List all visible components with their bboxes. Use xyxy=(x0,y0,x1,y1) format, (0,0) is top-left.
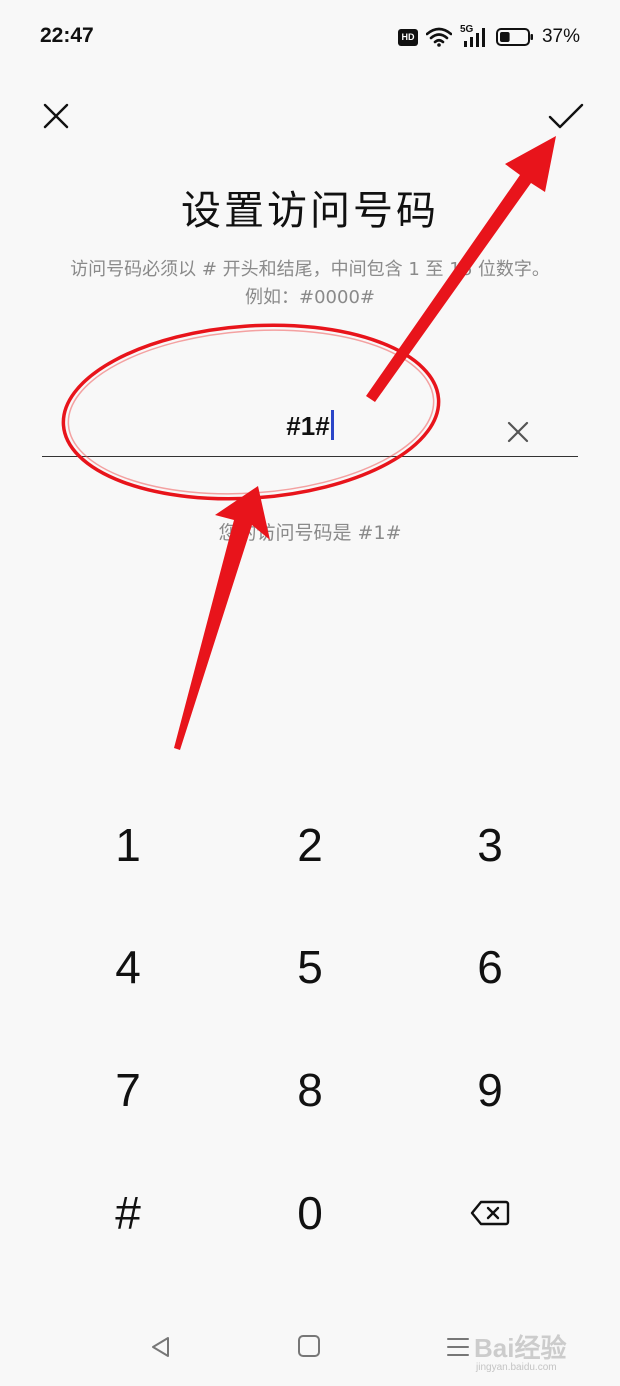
confirm-button[interactable] xyxy=(544,96,588,136)
key-6[interactable]: 6 xyxy=(400,912,580,1022)
menu-lines-icon[interactable] xyxy=(446,1336,470,1358)
clear-icon xyxy=(507,421,529,443)
checkmark-icon xyxy=(548,103,584,129)
key-hash[interactable]: # xyxy=(38,1158,218,1268)
backspace-icon xyxy=(470,1200,510,1226)
key-4[interactable]: 4 xyxy=(38,912,218,1022)
key-8[interactable]: 8 xyxy=(220,1035,400,1145)
home-square-icon[interactable] xyxy=(298,1335,320,1357)
input-value-wrap: #1# xyxy=(42,410,578,442)
close-button[interactable] xyxy=(36,96,76,136)
watermark-logo: Bai经验 xyxy=(474,1333,567,1363)
input-value: #1# xyxy=(286,411,330,441)
status-icons: HD 5G 37% xyxy=(397,22,580,52)
battery-percent: 37% xyxy=(541,26,580,47)
key-5[interactable]: 5 xyxy=(220,912,400,1022)
status-time: 22:47 xyxy=(40,24,94,47)
access-number-hint: 您的访问号码是 #1# xyxy=(218,522,402,544)
access-number-field[interactable]: #1# xyxy=(42,400,578,457)
close-icon xyxy=(43,103,69,129)
wifi-icon xyxy=(425,27,452,47)
key-2[interactable]: 2 xyxy=(220,790,400,900)
key-9[interactable]: 9 xyxy=(400,1035,580,1145)
key-3[interactable]: 3 xyxy=(400,790,580,900)
description-line-2: 例如：#0000# xyxy=(245,287,375,308)
description: 访问号码必须以 # 开头和结尾，中间包含 1 至 16 位数字。 例如：#000… xyxy=(30,256,590,312)
clear-input-button[interactable] xyxy=(504,418,532,446)
key-1[interactable]: 1 xyxy=(38,790,218,900)
text-caret xyxy=(330,410,334,440)
key-0[interactable]: 0 xyxy=(220,1158,400,1268)
key-7[interactable]: 7 xyxy=(38,1035,218,1145)
hd-icon: HD xyxy=(397,28,418,46)
backspace-key[interactable] xyxy=(400,1158,580,1268)
description-line-1: 访问号码必须以 # 开头和结尾，中间包含 1 至 16 位数字。 xyxy=(70,259,550,280)
page-title: 设置访问号码 xyxy=(181,188,439,234)
battery-icon xyxy=(495,28,533,46)
back-triangle-icon[interactable] xyxy=(148,1334,174,1360)
watermark-url: jingyan.baidu.com xyxy=(476,1362,557,1373)
signal-5g-icon: 5G xyxy=(460,24,488,48)
